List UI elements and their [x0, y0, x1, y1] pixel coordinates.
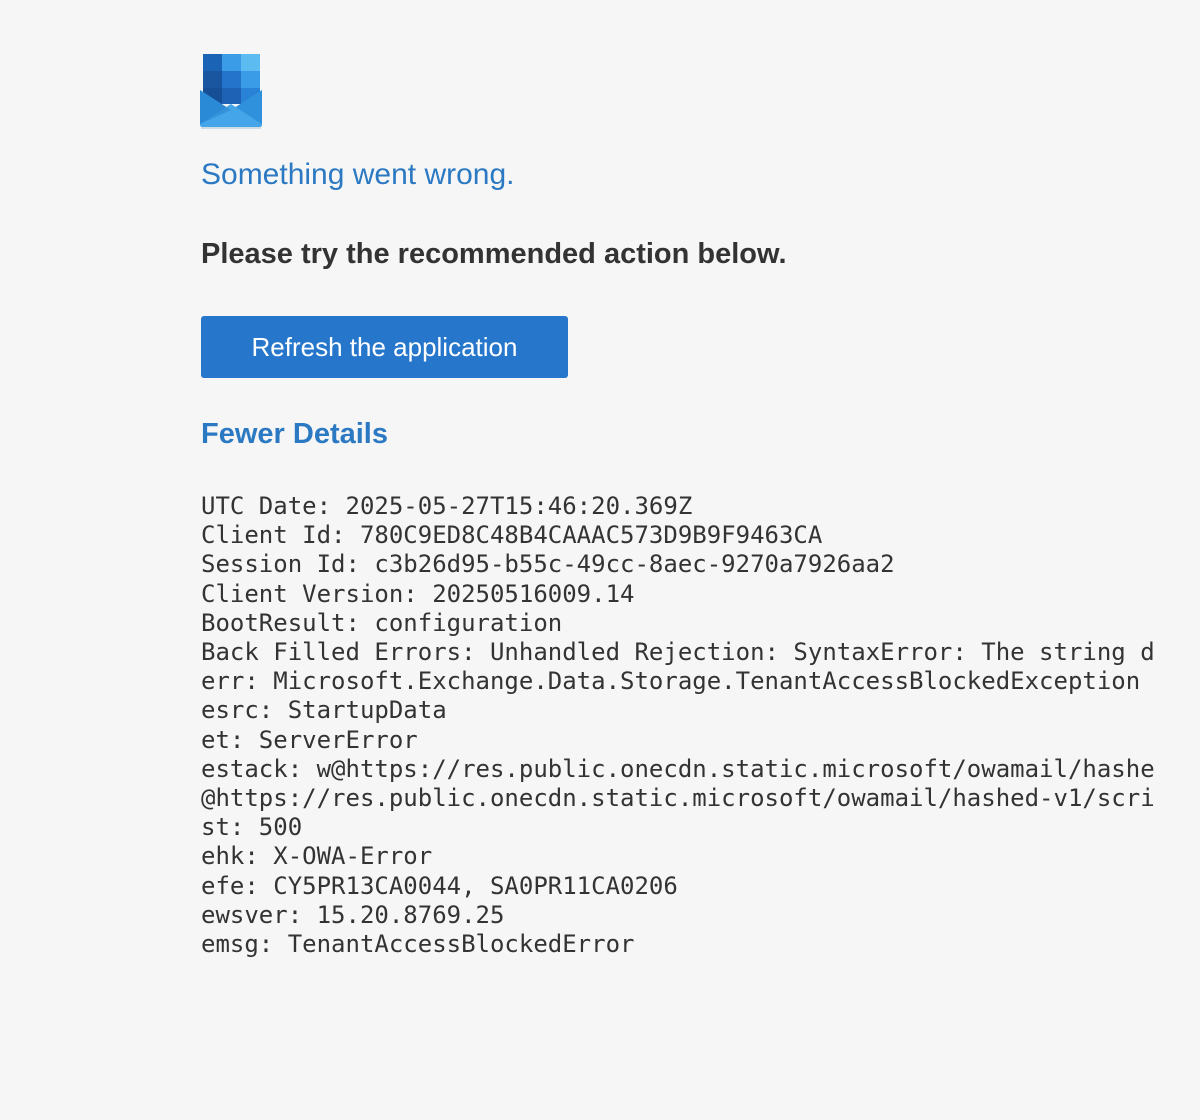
- detail-estack: estack: w@https://res.public.onecdn.stat…: [201, 754, 1155, 783]
- detail-client-version: Client Version: 20250516009.14: [201, 579, 635, 608]
- detail-ewsver: ewsver: 15.20.8769.25: [201, 900, 505, 929]
- detail-ehk: ehk: X-OWA-Error: [201, 842, 433, 871]
- error-page: Something went wrong. Please try the rec…: [0, 0, 1200, 1120]
- detail-client-id: Client Id: 780C9ED8C48B4CAAAC573D9B9F946…: [201, 521, 823, 550]
- detail-utc-date: UTC Date: 2025-05-27T15:46:20.369Z: [201, 492, 693, 520]
- detail-efe: efe: CY5PR13CA0044, SA0PR11CA0206: [201, 871, 678, 900]
- detail-emsg: emsg: TenantAccessBlockedError: [201, 930, 635, 959]
- error-title: Something went wrong.: [201, 158, 515, 191]
- error-subtitle: Please try the recommended action below.: [201, 238, 787, 270]
- detail-estack-continued: @https://res.public.onecdn.static.micros…: [201, 784, 1155, 813]
- detail-err: err: Microsoft.Exchange.Data.Storage.Ten…: [201, 667, 1141, 696]
- detail-esrc: esrc: StartupData: [201, 696, 447, 725]
- detail-session-id: Session Id: c3b26d95-b55c-49cc-8aec-9270…: [201, 550, 895, 579]
- detail-boot-result: BootResult: configuration: [201, 608, 563, 637]
- refresh-application-button[interactable]: Refresh the application: [201, 316, 568, 378]
- detail-st: st: 500: [201, 813, 303, 842]
- error-details: UTC Date: 2025-05-27T15:46:20.369Z Clien…: [201, 492, 1200, 959]
- detail-et: et: ServerError: [201, 725, 418, 754]
- outlook-mail-icon: [198, 52, 264, 130]
- fewer-details-link[interactable]: Fewer Details: [201, 418, 388, 451]
- detail-back-filled-errors: Back Filled Errors: Unhandled Rejection:…: [201, 638, 1155, 667]
